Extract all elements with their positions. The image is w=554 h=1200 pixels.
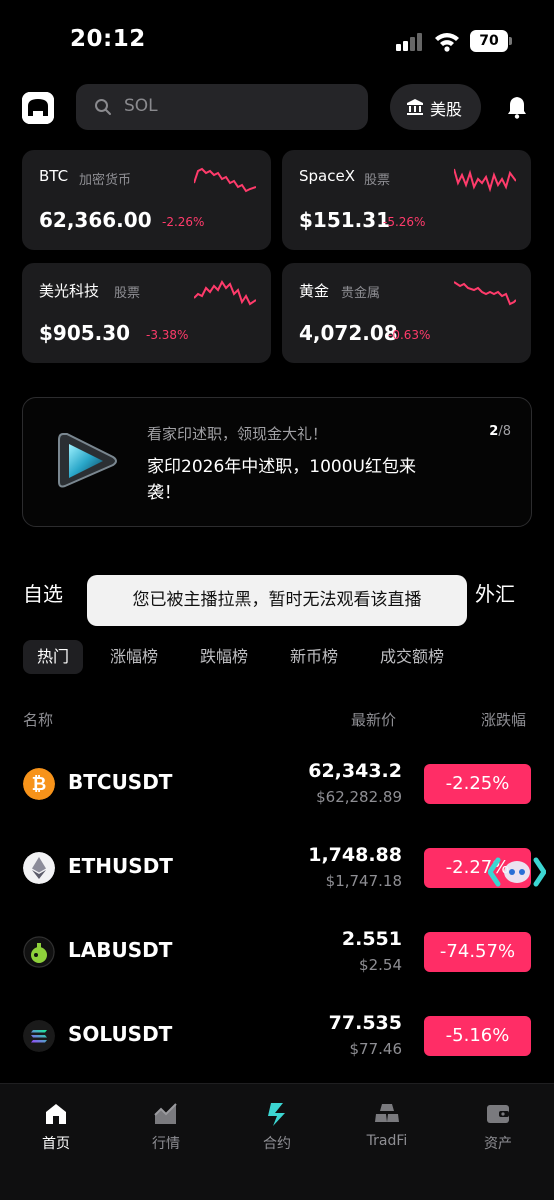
ticker-card-btc[interactable]: BTC 加密货币 62,366.00 -2.26%	[22, 150, 271, 250]
card-price: 4,072.08	[299, 321, 398, 345]
banner-pager: 2/8	[489, 424, 511, 439]
nav-futures[interactable]: 合约	[237, 1100, 317, 1153]
card-name: 美光科技	[39, 282, 100, 300]
nav-tradfi[interactable]: TradFi	[347, 1100, 427, 1149]
nav-assets[interactable]: 资产	[458, 1100, 538, 1153]
last-price: 77.535	[328, 1012, 402, 1034]
last-price: 2.551	[341, 928, 402, 950]
us-stock-button[interactable]: 美股	[390, 84, 481, 130]
search-icon	[95, 99, 111, 115]
card-change: -3.38%	[146, 328, 189, 342]
card-category: 贵金属	[341, 286, 381, 301]
bottom-nav: 首页 行情 合约 TradFi 资产	[0, 1083, 554, 1200]
solana-icon	[23, 1020, 55, 1052]
card-category: 股票	[364, 173, 391, 188]
card-name: SpaceX	[299, 167, 355, 185]
play-icon	[58, 433, 117, 488]
sparkline-chart	[454, 168, 516, 193]
nav-label: 资产	[484, 1136, 512, 1152]
market-chart-icon	[154, 1103, 177, 1124]
usd-price: $1,747.18	[325, 872, 402, 890]
floating-assistant-icon[interactable]	[488, 850, 546, 894]
svg-text:₿: ₿	[32, 774, 47, 795]
symbol: ETHUSDT	[68, 854, 173, 878]
list-header-change[interactable]: 涨跌幅	[481, 709, 526, 730]
card-price: $905.30	[39, 321, 131, 345]
card-category: 加密货币	[79, 173, 132, 188]
card-change: -2.26%	[162, 215, 205, 229]
subtab-gainers[interactable]: 涨幅榜	[110, 640, 158, 674]
change-badge[interactable]: -74.57%	[424, 932, 531, 972]
wallet-icon	[487, 1105, 509, 1123]
tab-favorites[interactable]: 自选	[23, 578, 63, 607]
ticker-card-gold[interactable]: 黄金 贵金属 4,072.08 -0.63%	[282, 263, 531, 363]
bell-icon[interactable]	[505, 95, 529, 119]
card-name: 黄金	[299, 282, 330, 300]
wifi-icon	[435, 33, 459, 52]
bank-icon	[407, 99, 423, 115]
battery-indicator: 70	[470, 30, 512, 52]
symbol: BTCUSDT	[68, 770, 173, 794]
banner-title: 家印2026年中述职，1000U红包来袭！	[147, 457, 416, 503]
subtab-volume[interactable]: 成交额榜	[380, 640, 444, 674]
usd-price: $62,282.89	[316, 788, 402, 806]
sparkline-chart	[454, 281, 516, 306]
bitcoin-icon: ₿	[23, 768, 55, 800]
pager-current: 2	[489, 424, 499, 439]
symbol: LABUSDT	[68, 938, 173, 962]
status-time: 20:12	[70, 26, 146, 52]
search-placeholder: SOL	[124, 96, 158, 116]
sparkline-chart	[194, 280, 256, 306]
ticker-card-micron[interactable]: 美光科技 股票 $905.30 -3.38%	[22, 263, 271, 363]
usd-price: $77.46	[349, 1040, 403, 1058]
usd-price: $2.54	[359, 956, 402, 974]
list-item-ethusdt[interactable]: ETHUSDT 1,748.88 $1,747.18 -2.27%	[0, 838, 554, 922]
status-bar: 20:12 70	[0, 0, 554, 80]
nav-market[interactable]: 行情	[126, 1100, 206, 1153]
subtab-hot[interactable]: 热门	[23, 640, 84, 674]
card-price: 62,366.00	[39, 208, 152, 232]
subtab-losers[interactable]: 跌幅榜	[200, 640, 248, 674]
last-price: 62,343.2	[308, 760, 402, 782]
ethereum-icon	[23, 852, 55, 884]
search-input[interactable]: SOL	[76, 84, 368, 130]
list-item-labusdt[interactable]: LABUSDT 2.551 $2.54 -74.57%	[0, 922, 554, 1006]
promo-banner[interactable]: 看家印述职，领现金大礼！ 家印2026年中述职，1000U红包来袭！ 2/8	[22, 397, 532, 527]
card-name: BTC	[39, 167, 69, 185]
list-header-price[interactable]: 最新价	[351, 709, 396, 730]
card-change: -5.26%	[383, 215, 426, 229]
us-stock-label: 美股	[430, 100, 463, 119]
logo-icon	[22, 92, 54, 124]
sparkline-chart	[194, 167, 256, 193]
subtab-new-coins[interactable]: 新币榜	[290, 640, 338, 674]
last-price: 1,748.88	[308, 844, 402, 866]
futures-icon	[268, 1103, 285, 1126]
list-item-btcusdt[interactable]: ₿ BTCUSDT 62,343.2 $62,282.89 -2.25%	[0, 754, 554, 838]
cellular-signal-icon	[396, 33, 424, 51]
nav-label: TradFi	[366, 1133, 408, 1149]
nav-home[interactable]: 首页	[16, 1100, 96, 1153]
change-badge[interactable]: -5.16%	[424, 1016, 531, 1056]
gold-bars-icon	[375, 1104, 399, 1122]
tab-forex[interactable]: 外汇	[475, 578, 515, 607]
nav-label: 合约	[263, 1136, 291, 1152]
banner-subtitle: 看家印述职，领现金大礼！	[147, 425, 328, 443]
symbol: SOLUSDT	[68, 1022, 173, 1046]
list-item-solusdt[interactable]: SOLUSDT 77.535 $77.46 -5.16%	[0, 1006, 554, 1090]
ticker-card-spacex[interactable]: SpaceX 股票 $151.31 -5.26%	[282, 150, 531, 250]
home-icon	[46, 1104, 66, 1124]
list-header-name[interactable]: 名称	[23, 709, 53, 730]
pager-total: /8	[498, 424, 511, 439]
nav-label: 首页	[42, 1136, 70, 1152]
change-badge[interactable]: -2.25%	[424, 764, 531, 804]
card-category: 股票	[114, 286, 141, 301]
toast-message: 您已被主播拉黑，暂时无法观看该直播	[87, 575, 467, 626]
card-price: $151.31	[299, 208, 391, 232]
app-logo[interactable]	[22, 92, 54, 124]
lab-flask-icon	[23, 936, 55, 968]
card-change: -0.63%	[388, 328, 431, 342]
nav-label: 行情	[152, 1136, 180, 1152]
